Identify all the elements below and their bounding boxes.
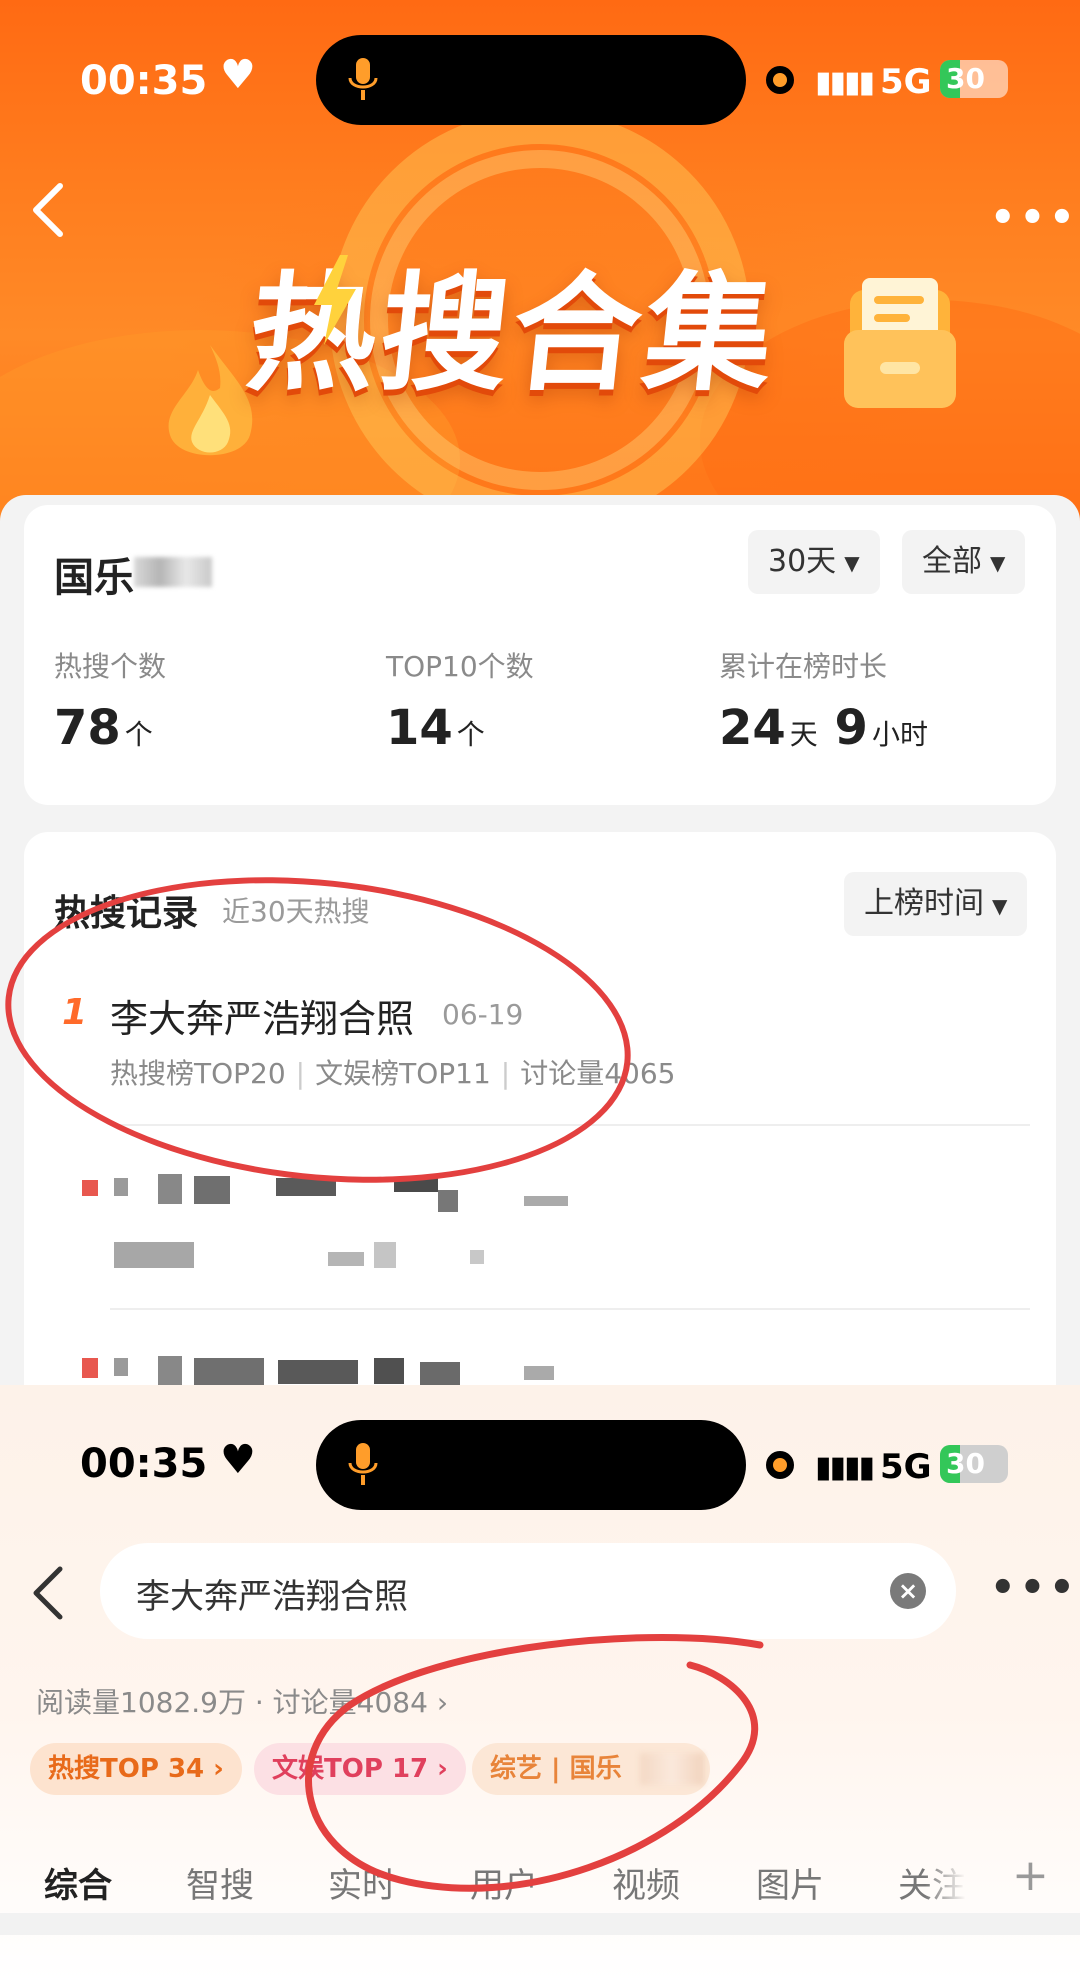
battery-level: 30 [946,62,985,95]
microphone-icon [348,58,378,100]
stat-label: TOP10个数 [386,650,534,683]
camera-indicator-icon [766,66,794,94]
camera-indicator-icon [766,1451,794,1479]
tab-following[interactable]: 关注 [898,1858,966,1907]
folder-icon [844,278,956,408]
topic-summary-card: 国乐 30天 ▼ 全部 ▼ 热搜个数 78 个 TOP10个数 14 个 累计在榜时长 … [24,505,1056,805]
hot-search-rank-tag[interactable]: 热搜TOP 34 › [30,1743,242,1795]
stat-value: 78 个 [54,700,153,756]
network-type: 5G [880,62,932,102]
search-query: 李大奔严浩翔合照 [136,1577,408,1617]
stat-label: 热搜个数 [54,650,167,683]
network-type: 5G [880,1447,932,1487]
hot-search-collection-screen: 热搜合集 00:35 ♥ ▮▮▮▮ 5G 30 ••• 国乐 30天 ▼ 全部 … [0,0,1080,1385]
signal-icon: ▮▮▮▮ [815,65,875,100]
status-time: 00:35 [80,1441,208,1487]
tab-comprehensive[interactable]: 综合 [44,1858,112,1907]
more-button[interactable]: ••• [990,1565,1079,1611]
microphone-icon [348,1443,378,1485]
redacted-name [134,557,212,587]
clear-icon[interactable]: × [890,1573,926,1609]
topic-name: 国乐 [52,545,222,603]
back-button[interactable] [28,180,68,240]
heart-icon: ♥ [220,52,256,98]
caret-down-icon: ▼ [844,550,860,575]
signal-icon: ▮▮▮▮ [815,1450,875,1485]
status-bar: 00:35 ♥ ▮▮▮▮ 5G 30 [0,30,1080,130]
scope-filter[interactable]: 全部 ▼ [902,530,1026,594]
status-time: 00:35 [80,58,208,104]
stat-label: 累计在榜时长 [719,650,888,683]
battery-level: 30 [946,1447,985,1480]
battery-icon: 30 [940,1445,1008,1483]
back-button[interactable] [30,1565,66,1621]
dynamic-island [316,1420,746,1510]
stat-value: 24 天 9 小时 [719,700,928,756]
dynamic-island [316,35,746,125]
add-tab-button[interactable]: + [1012,1850,1049,1901]
battery-icon: 30 [940,60,1008,98]
heart-icon: ♥ [220,1437,256,1483]
status-bar: 00:35 ♥ ▮▮▮▮ 5G 30 [0,1415,1080,1515]
caret-down-icon: ▼ [992,894,1008,918]
range-filter[interactable]: 30天 ▼ [748,530,880,594]
tab-smart-search[interactable]: 智搜 [186,1858,254,1907]
search-results-screen: 00:35 ♥ ▮▮▮▮ 5G 30 李大奔严浩翔合照 × ••• 阅读量108… [0,1385,1080,1981]
red-circle-annotation [305,1634,764,1892]
stat-value: 14 个 [386,700,485,756]
sort-dropdown[interactable]: 上榜时间 ▼ [844,872,1028,936]
caret-down-icon: ▼ [990,550,1006,575]
lightning-icon [314,255,356,345]
more-button[interactable]: ••• [990,195,1079,241]
